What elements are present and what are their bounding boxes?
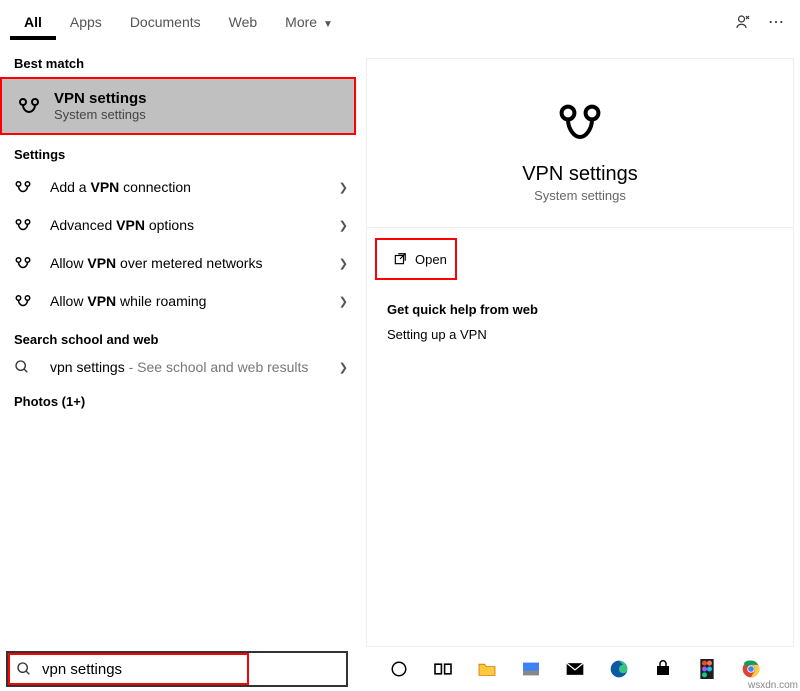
web-search-row[interactable]: vpn settings - See school and web result… xyxy=(0,353,362,382)
task-view-icon[interactable] xyxy=(432,658,454,680)
chevron-right-icon: ❯ xyxy=(339,295,348,308)
open-button[interactable]: Open xyxy=(375,238,457,280)
tab-more[interactable]: More ▼ xyxy=(271,4,347,40)
section-photos: Photos (1+) xyxy=(0,382,362,415)
taskbar-search[interactable] xyxy=(6,651,348,687)
mail-icon[interactable] xyxy=(564,658,586,680)
tab-apps[interactable]: Apps xyxy=(56,4,116,40)
chrome-icon[interactable] xyxy=(740,658,762,680)
search-icon xyxy=(14,359,40,375)
section-best-match: Best match xyxy=(0,44,362,77)
best-match-item[interactable]: VPN settings System settings xyxy=(0,77,356,135)
results-panel: Best match VPN settings System settings … xyxy=(0,44,362,647)
cortana-icon[interactable] xyxy=(388,658,410,680)
vpn-icon xyxy=(16,93,42,119)
settings-row-vpn-metered[interactable]: Allow VPN over metered networks ❯ xyxy=(0,244,362,282)
best-match-title: VPN settings xyxy=(54,90,147,107)
settings-row-label: Allow VPN over metered networks xyxy=(50,255,339,271)
chevron-down-icon: ▼ xyxy=(323,19,333,30)
settings-row-vpn-roaming[interactable]: Allow VPN while roaming ❯ xyxy=(0,282,362,320)
search-filter-tabs: All Apps Documents Web More ▼ ⋯ xyxy=(0,0,800,44)
watermark: wsxdn.com xyxy=(748,680,798,691)
chevron-right-icon: ❯ xyxy=(339,257,348,270)
file-explorer-icon[interactable] xyxy=(476,658,498,680)
store-icon[interactable] xyxy=(652,658,674,680)
open-label: Open xyxy=(415,252,447,267)
figma-icon[interactable] xyxy=(696,658,718,680)
chevron-right-icon: ❯ xyxy=(339,219,348,232)
edge-icon[interactable] xyxy=(608,658,630,680)
open-icon xyxy=(393,252,407,266)
help-link-setup-vpn[interactable]: Setting up a VPN xyxy=(387,327,773,342)
app-icon[interactable] xyxy=(520,658,542,680)
vpn-icon xyxy=(14,216,40,234)
more-options-icon[interactable]: ⋯ xyxy=(762,12,790,32)
feedback-icon[interactable] xyxy=(734,13,762,31)
preview-title: VPN settings xyxy=(522,163,638,186)
chevron-right-icon: ❯ xyxy=(339,361,348,374)
settings-row-advanced-vpn[interactable]: Advanced VPN options ❯ xyxy=(0,206,362,244)
search-icon xyxy=(16,661,32,677)
preview-panel: VPN settings System settings Open Get qu… xyxy=(366,58,794,647)
web-search-label: vpn settings - See school and web result… xyxy=(50,359,339,376)
help-section-title: Get quick help from web xyxy=(387,302,773,317)
section-settings: Settings xyxy=(0,135,362,168)
chevron-right-icon: ❯ xyxy=(339,181,348,194)
preview-hero: VPN settings System settings xyxy=(367,59,793,228)
tab-more-label: More xyxy=(285,14,317,30)
search-input[interactable] xyxy=(40,655,241,683)
taskbar xyxy=(0,647,800,691)
tab-all[interactable]: All xyxy=(10,4,56,40)
preview-subtitle: System settings xyxy=(534,188,626,203)
settings-row-add-vpn[interactable]: Add a VPN connection ❯ xyxy=(0,168,362,206)
settings-row-label: Add a VPN connection xyxy=(50,179,339,195)
section-search-web: Search school and web xyxy=(0,320,362,353)
tab-documents[interactable]: Documents xyxy=(116,4,215,40)
tab-web[interactable]: Web xyxy=(215,4,272,40)
settings-row-label: Allow VPN while roaming xyxy=(50,293,339,309)
vpn-icon xyxy=(556,99,604,147)
vpn-icon xyxy=(14,254,40,272)
vpn-icon xyxy=(14,292,40,310)
vpn-icon xyxy=(14,178,40,196)
best-match-subtitle: System settings xyxy=(54,107,147,122)
settings-row-label: Advanced VPN options xyxy=(50,217,339,233)
